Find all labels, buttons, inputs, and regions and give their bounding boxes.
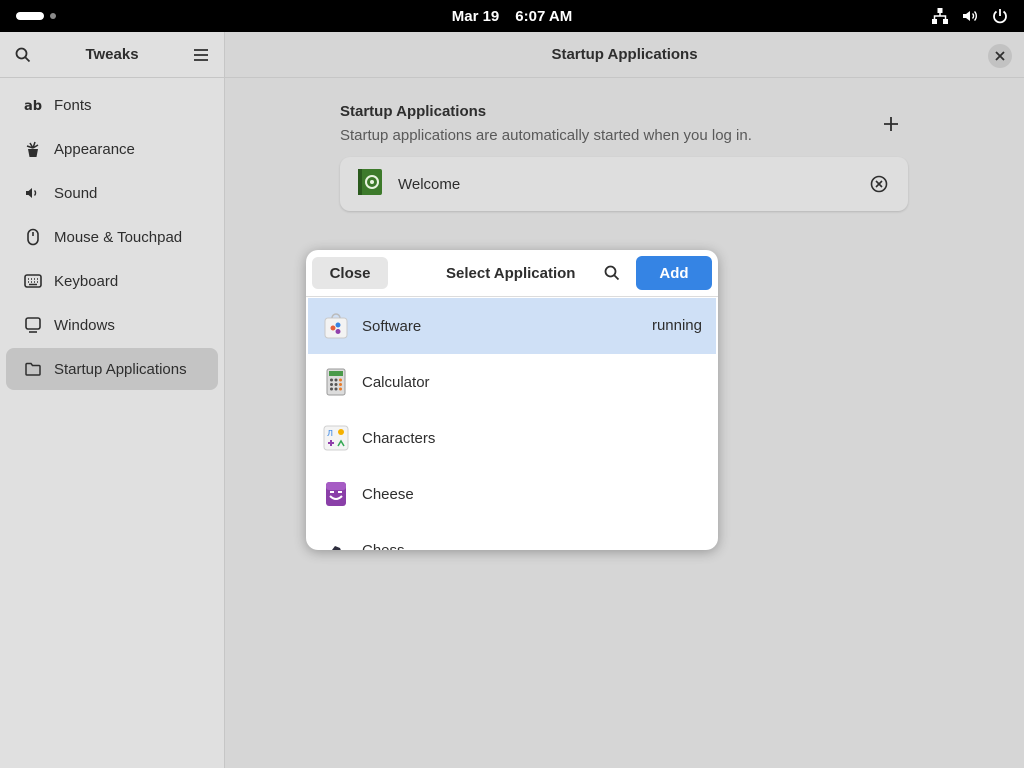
list-item-label: Characters	[362, 429, 436, 447]
dialog-search-button[interactable]	[602, 263, 622, 283]
search-icon	[604, 265, 620, 281]
chess-icon	[322, 536, 350, 550]
cheese-icon	[322, 480, 350, 508]
application-list[interactable]: Software running Calculator Л Characters…	[306, 298, 718, 550]
svg-text:Л: Л	[327, 429, 333, 438]
list-item-chess[interactable]: Chess	[306, 522, 718, 550]
network-icon[interactable]	[930, 6, 950, 26]
volume-icon[interactable]	[960, 6, 980, 26]
clock-date: Mar 19	[451, 7, 500, 25]
clock-time: 6:07 AM	[515, 7, 573, 25]
list-item-cheese[interactable]: Cheese	[306, 466, 718, 522]
list-item-label: Cheese	[362, 485, 414, 503]
dialog-header: Close Select Application Add	[306, 250, 718, 297]
list-item-characters[interactable]: Л Characters	[306, 410, 718, 466]
list-item-software[interactable]: Software running	[308, 298, 716, 354]
select-application-dialog: Close Select Application Add Software ru…	[306, 250, 718, 550]
list-item-calculator[interactable]: Calculator	[306, 354, 718, 410]
characters-icon: Л	[322, 424, 350, 452]
software-icon	[322, 312, 350, 340]
power-icon[interactable]	[990, 6, 1010, 26]
calculator-icon	[322, 368, 350, 396]
list-item-label: Chess	[362, 541, 405, 551]
list-item-label: Calculator	[362, 373, 430, 391]
top-bar: Mar 19 6:07 AM	[0, 0, 1024, 32]
running-status: running	[651, 317, 702, 334]
close-button[interactable]: Close	[312, 257, 388, 289]
clock[interactable]: Mar 19 6:07 AM	[0, 0, 1024, 32]
list-item-label: Software	[362, 317, 422, 335]
dialog-title: Select Application	[446, 265, 576, 282]
add-button[interactable]: Add	[636, 256, 712, 290]
system-tray[interactable]	[930, 6, 1010, 26]
